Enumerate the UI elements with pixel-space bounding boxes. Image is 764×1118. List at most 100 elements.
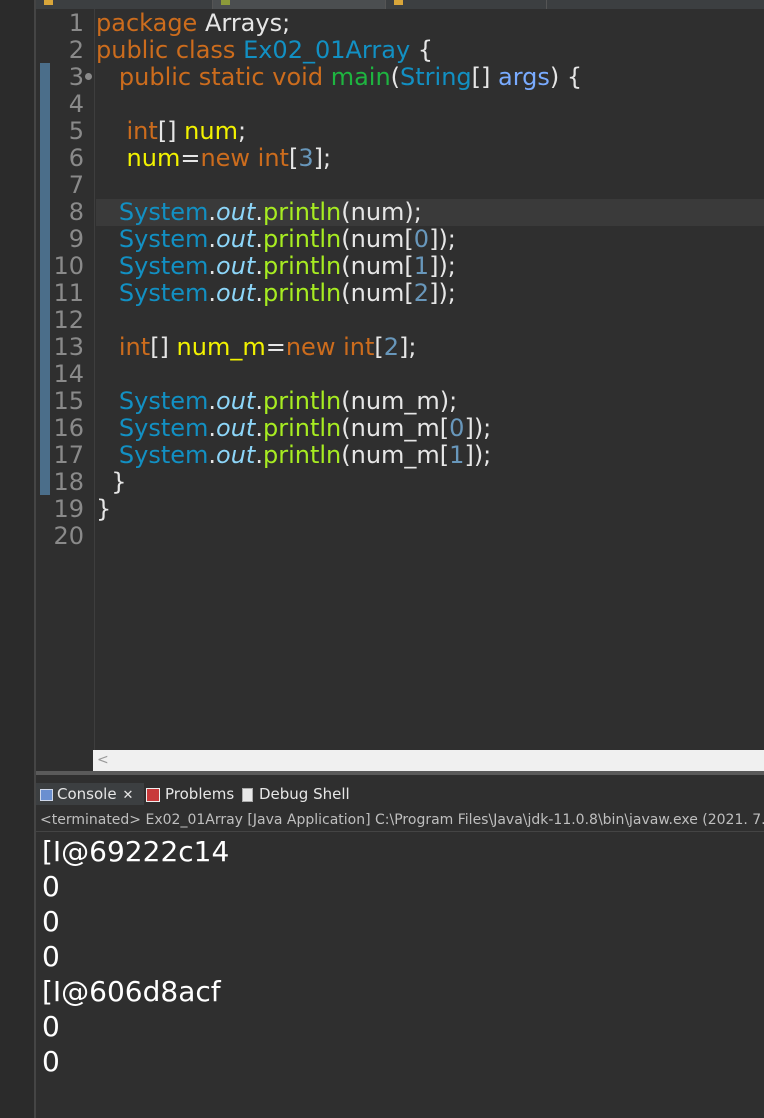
code-line[interactable] [96,307,764,334]
code-line[interactable] [96,91,764,118]
code-token: println [262,225,342,253]
horizontal-scrollbar[interactable]: < [93,750,764,771]
tab-problems[interactable]: Problems [146,783,234,805]
code-token: ]); [464,441,492,469]
line-number: 3 [68,63,84,91]
left-panel-strip [0,0,36,1118]
code-token: class [175,36,244,64]
code-token: (num_m[ [341,441,450,469]
code-token: [] [150,333,177,361]
code-line[interactable]: int[] num; [96,118,764,145]
code-token: ]); [464,414,492,442]
code-line[interactable]: num=new int[3]; [96,145,764,172]
line-number: 15 [53,387,84,415]
code-area[interactable]: package Arrays; public class Ex02_01Array… [96,9,764,750]
java-file-icon [44,0,53,5]
code-line[interactable]: System.out.println(num[2]); [96,280,764,307]
code-token: println [262,441,342,469]
code-token: static [198,63,273,91]
code-token: [ [374,333,384,361]
tab-debug-shell[interactable]: Debug Shell [242,783,350,805]
code-line[interactable]: System.out.println(num_m); [96,388,764,415]
code-line[interactable]: public class Ex02_01Array { [96,37,764,64]
code-token: . [208,252,217,280]
code-token: (num[ [341,252,414,280]
close-icon[interactable]: ✕ [123,788,134,803]
code-token: int [257,144,289,172]
code-line[interactable]: public static void main(String[] args) { [96,64,764,91]
code-token: } [96,495,112,523]
code-token: . [208,441,217,469]
scroll-left-icon[interactable]: < [97,750,109,771]
code-line[interactable]: System.out.println(num[1]); [96,253,764,280]
code-token: (num); [341,198,422,226]
code-token: System [96,387,209,415]
line-number: 18 [53,468,84,496]
code-editor[interactable]: 1 2 3 4 5 6 7 8 9 10 11 12 13 14 15 16 17 18 19 20 package … [36,9,764,750]
editor-tab[interactable] [36,0,213,9]
code-token: . [255,387,263,415]
code-token: out [216,198,256,226]
code-token: 0 [449,414,465,442]
code-token: { [410,36,434,64]
code-token: Ex02_01Array [243,36,411,64]
editor-tab-active[interactable] [213,0,386,9]
code-line[interactable]: package Arrays; [96,10,764,37]
line-number: 17 [53,441,84,469]
code-token: ]); [429,252,456,280]
line-number: 19 [53,495,84,523]
code-token: println [262,279,342,307]
line-number: 14 [53,360,84,388]
code-line[interactable]: System.out.println(num_m[1]); [96,442,764,469]
code-token: System [96,441,209,469]
code-token: [] [471,63,499,91]
java-file-icon [221,0,230,5]
code-token: out [216,387,256,415]
console-output-line: [I@606d8acf [42,975,221,1008]
console-output[interactable]: [I@69222c14 0 0 0 [I@606d8acf 0 0 [36,832,764,1118]
code-token: ) { [549,63,583,91]
code-line[interactable]: int[] num_m=new int[2]; [96,334,764,361]
code-token: . [255,414,263,442]
code-token: ; [237,117,247,145]
line-number: 6 [68,144,84,172]
line-number: 8 [68,198,84,226]
code-token: ]; [313,144,332,172]
code-token: 1 [413,252,430,280]
code-token: System [96,279,209,307]
console-status-line: <terminated> Ex02_01Array [Java Applicat… [36,808,764,832]
code-token: out [216,441,256,469]
code-line[interactable] [96,172,764,199]
code-line[interactable] [96,523,764,550]
tab-console[interactable]: Console ✕ [36,783,144,805]
code-token: ( [390,63,401,91]
fold-marker-icon[interactable] [85,73,92,80]
code-token: main [330,63,391,91]
code-token: println [262,414,342,442]
code-token: . [255,279,263,307]
code-token: println [262,198,342,226]
code-line[interactable]: System.out.println(num_m[0]); [96,415,764,442]
line-number: 13 [53,333,84,361]
line-number: 9 [68,225,84,253]
code-token: new [200,144,258,172]
code-token: ]); [429,279,456,307]
code-line[interactable]: System.out.println(num); [96,199,764,226]
code-line[interactable] [96,361,764,388]
code-token: ]; [399,333,417,361]
code-line[interactable]: System.out.println(num[0]); [96,226,764,253]
code-token: (num[ [341,279,414,307]
code-line[interactable]: } [96,469,764,496]
line-number: 1 [68,9,84,37]
code-token: num_m [176,333,266,361]
code-line[interactable]: } [96,496,764,523]
console-tab-bar: Console ✕ Problems Debug Shell [36,775,764,808]
code-token: System [96,414,209,442]
tab-console-label: Console [57,785,117,803]
code-token: public [96,36,176,64]
console-output-line: 0 [42,940,60,973]
editor-tab-bar [36,0,764,9]
code-token: package [96,9,205,37]
editor-tab[interactable] [386,0,547,9]
tab-debug-shell-label: Debug Shell [259,785,350,803]
